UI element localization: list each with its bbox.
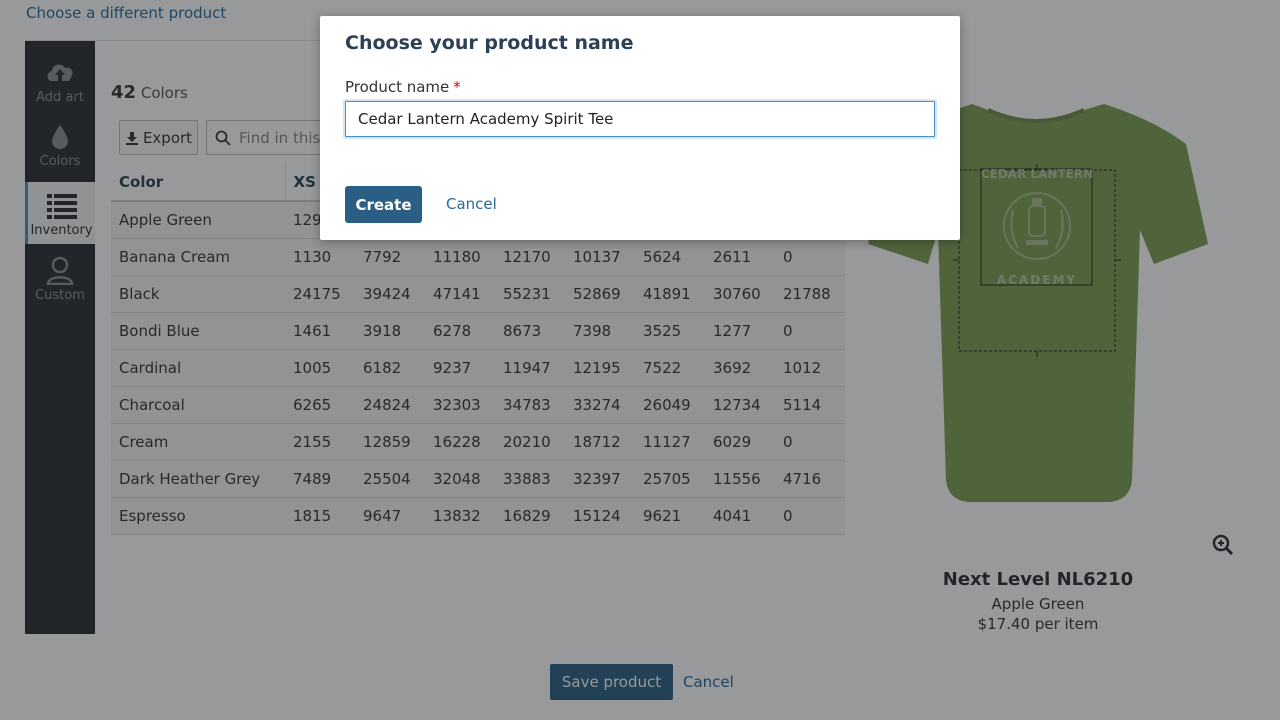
product-name-label-text: Product name [345, 78, 450, 96]
product-name-input[interactable] [345, 101, 935, 137]
create-button[interactable]: Create [345, 186, 422, 223]
product-name-label: Product name * [345, 78, 461, 96]
cancel-dialog-link[interactable]: Cancel [446, 195, 497, 213]
required-asterisk: * [453, 78, 461, 96]
product-name-dialog: Choose your product name Product name * C… [320, 16, 960, 240]
dialog-title: Choose your product name [345, 32, 634, 54]
